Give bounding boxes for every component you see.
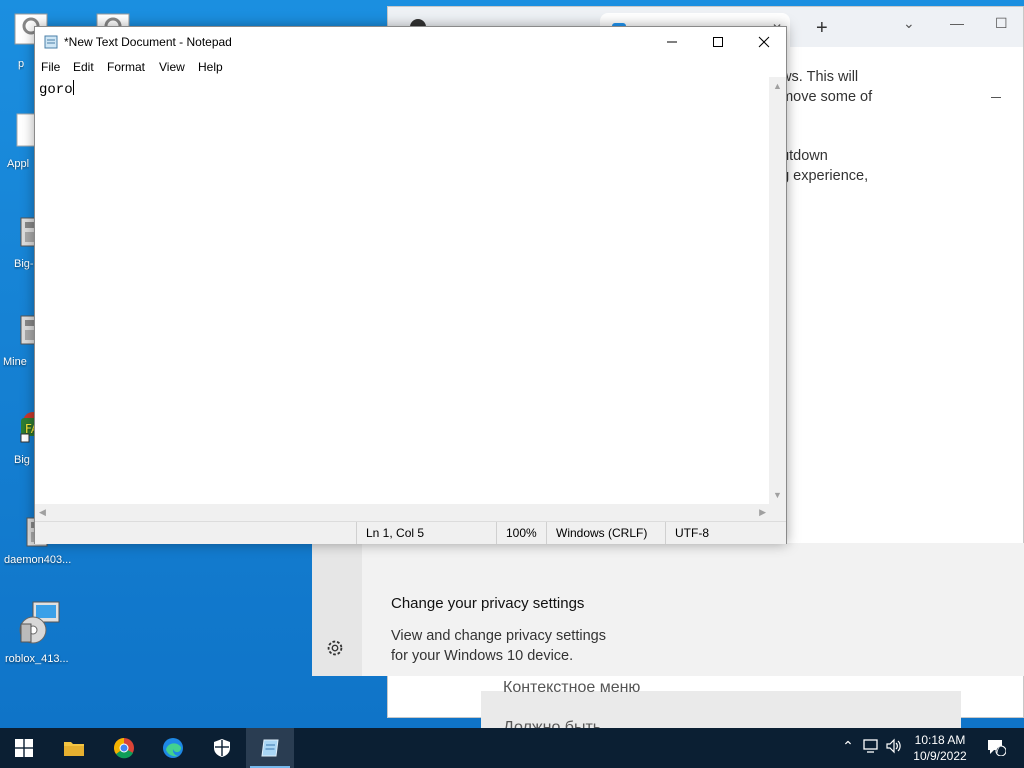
status-line-endings: Windows (CRLF) bbox=[546, 522, 665, 544]
vertical-scrollbar[interactable]: ▲ ▼ bbox=[769, 77, 786, 504]
new-tab-button[interactable]: + bbox=[816, 17, 828, 40]
window-title: *New Text Document - Notepad bbox=[64, 35, 232, 49]
settings-rail bbox=[312, 543, 362, 676]
description-line: for your Windows 10 device. bbox=[391, 648, 574, 664]
edge-button[interactable] bbox=[149, 728, 197, 768]
settings-panel: Change your privacy settings View and ch… bbox=[312, 543, 1024, 676]
network-monitor-icon bbox=[863, 739, 878, 753]
minimize-icon bbox=[667, 41, 677, 43]
context-menu-list: Контекстное меню Должно быть bbox=[481, 679, 961, 728]
minimize-button[interactable] bbox=[649, 27, 695, 57]
desktop-icon-label: Appl bbox=[7, 158, 30, 170]
desktop-icon-label: daemon403... bbox=[4, 554, 72, 566]
chrome-icon bbox=[114, 738, 134, 759]
notepad-window[interactable]: *New Text Document - Notepad File Edit F… bbox=[34, 26, 787, 544]
shield-icon bbox=[214, 739, 230, 757]
scrollbar-corner bbox=[769, 504, 786, 521]
maximize-icon bbox=[713, 37, 723, 47]
notepad-taskbar-button[interactable] bbox=[246, 728, 294, 768]
start-button[interactable] bbox=[0, 728, 48, 768]
text-editor-area[interactable]: goro bbox=[35, 77, 770, 504]
menu-view[interactable]: View bbox=[159, 60, 185, 74]
editor-content: goro bbox=[39, 82, 73, 98]
browser-text-line: emove some of bbox=[773, 89, 873, 105]
desktop-icon-label: Big- bbox=[14, 258, 34, 270]
maximize-button[interactable] bbox=[695, 27, 741, 57]
notepad-icon bbox=[261, 739, 279, 757]
notepad-app-icon bbox=[44, 35, 58, 49]
clock-date: 10/9/2022 bbox=[913, 749, 967, 763]
notepad-title-bar[interactable]: *New Text Document - Notepad bbox=[35, 27, 786, 57]
chrome-button[interactable] bbox=[100, 728, 148, 768]
editor-text: goro bbox=[39, 80, 74, 98]
windows-security-button[interactable] bbox=[198, 728, 246, 768]
folder-icon bbox=[64, 742, 84, 756]
browser-text-line: ng experience, bbox=[773, 168, 869, 184]
list-item[interactable]: Должно быть bbox=[503, 719, 601, 728]
desktop-icon-label: p bbox=[18, 58, 25, 70]
desktop-icon-label: roblox_413... bbox=[5, 653, 69, 665]
scroll-down-icon[interactable]: ▼ bbox=[773, 490, 782, 500]
text-caret bbox=[72, 80, 74, 95]
minimize-icon[interactable]: — bbox=[950, 15, 964, 31]
close-icon bbox=[758, 36, 770, 48]
edge-icon bbox=[163, 738, 183, 758]
status-encoding: UTF-8 bbox=[665, 522, 785, 544]
maximize-icon[interactable]: ☐ bbox=[995, 15, 1008, 32]
desktop-icon-label: Big bbox=[14, 454, 30, 466]
network-icon[interactable] bbox=[862, 738, 882, 758]
menu-edit[interactable]: Edit bbox=[73, 60, 94, 74]
gear-icon[interactable] bbox=[324, 637, 346, 659]
minimize-line bbox=[991, 97, 1001, 98]
close-button[interactable] bbox=[741, 27, 787, 57]
speaker-icon bbox=[886, 738, 901, 754]
privacy-settings-title[interactable]: Change your privacy settings bbox=[391, 595, 584, 612]
desktop-icon-label: Mine bbox=[3, 356, 27, 368]
setup-disc-icon bbox=[19, 601, 60, 644]
description-line: View and change privacy settings bbox=[391, 628, 606, 644]
system-clock[interactable]: 10:18 AM 10/9/2022 bbox=[908, 732, 972, 764]
file-explorer-button[interactable] bbox=[50, 728, 98, 768]
status-zoom: 100% bbox=[496, 522, 546, 544]
clock-time: 10:18 AM bbox=[914, 733, 966, 747]
notification-badge: 7 bbox=[995, 745, 1001, 755]
notification-center-button[interactable]: 7 bbox=[984, 738, 1008, 758]
scroll-left-icon[interactable]: ◀ bbox=[39, 507, 46, 518]
menu-bar: File Edit Format View Help bbox=[35, 57, 786, 77]
windows-logo-icon bbox=[15, 739, 33, 757]
menu-file[interactable]: File bbox=[41, 60, 60, 74]
show-hidden-icons-chevron-icon[interactable]: ⌃ bbox=[838, 738, 858, 758]
status-bar: Ln 1, Col 5 100% Windows (CRLF) UTF-8 bbox=[35, 521, 786, 544]
menu-help[interactable]: Help bbox=[198, 60, 223, 74]
horizontal-scrollbar[interactable]: ◀ ▶ bbox=[35, 504, 770, 521]
privacy-settings-description: View and change privacy settings for you… bbox=[391, 626, 691, 666]
volume-icon[interactable] bbox=[884, 738, 904, 758]
scroll-right-icon[interactable]: ▶ bbox=[759, 507, 766, 518]
menu-format[interactable]: Format bbox=[107, 60, 145, 74]
desktop-icon-roblox[interactable]: roblox_413... bbox=[0, 600, 78, 665]
taskbar: ⌃ 10:18 AM 10/9/2022 7 bbox=[0, 728, 1024, 768]
status-cursor-position: Ln 1, Col 5 bbox=[356, 522, 496, 544]
list-item[interactable]: Контекстное меню bbox=[503, 679, 640, 697]
scroll-up-icon[interactable]: ▲ bbox=[773, 81, 782, 91]
desktop: p Appl Big- Mine FA Big daemon403... rob… bbox=[0, 0, 1024, 728]
tab-list-chevron-icon[interactable]: ⌄ bbox=[903, 15, 915, 32]
